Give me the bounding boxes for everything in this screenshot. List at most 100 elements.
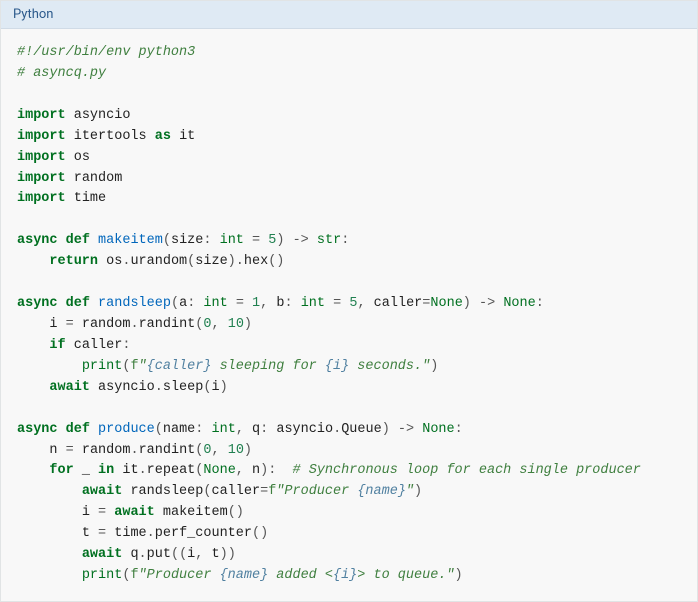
kw-async: async	[17, 233, 58, 248]
id-os: os	[106, 254, 122, 269]
fn-produce: produce	[98, 422, 155, 437]
id-it: it	[122, 463, 138, 478]
id-i: i	[49, 317, 57, 332]
param-size: size	[171, 233, 203, 248]
alias-it: it	[179, 129, 195, 144]
str-close: "	[406, 484, 414, 499]
kw-in: in	[98, 463, 114, 478]
fstring-prefix: f	[130, 359, 138, 374]
str-added: added <	[268, 568, 333, 583]
interp-name: {name}	[220, 568, 269, 583]
type-none: None	[503, 296, 535, 311]
kw-def: def	[66, 233, 90, 248]
kw-await: await	[82, 484, 123, 499]
mod-time: time	[74, 191, 106, 206]
kw-async: async	[17, 296, 58, 311]
kw-import: import	[17, 171, 66, 186]
id-time: time	[114, 526, 146, 541]
kw-import: import	[17, 191, 66, 206]
code-language-titlebar: Python	[1, 1, 697, 29]
type-str: str	[317, 233, 341, 248]
mod-random: random	[74, 171, 123, 186]
fn-print: print	[82, 568, 123, 583]
mod-os: os	[74, 150, 90, 165]
kw-for: for	[49, 463, 73, 478]
num-0: 0	[203, 443, 211, 458]
str-mid: sleeping for	[211, 359, 324, 374]
fn-randsleep: randsleep	[98, 296, 171, 311]
m-put: put	[147, 547, 171, 562]
m-repeat: repeat	[147, 463, 196, 478]
m-randint: randint	[139, 317, 196, 332]
param-a: a	[179, 296, 187, 311]
shebang-line: #!/usr/bin/env python3	[17, 45, 195, 60]
id-i: i	[82, 505, 90, 520]
num-10: 10	[228, 443, 244, 458]
num-10: 10	[228, 317, 244, 332]
inline-comment: # Synchronous loop for each single produ…	[293, 463, 641, 478]
str-end: seconds."	[349, 359, 430, 374]
type-int: int	[301, 296, 325, 311]
kw-await: await	[114, 505, 155, 520]
kw-def: def	[66, 296, 90, 311]
interp-name: {name}	[357, 484, 406, 499]
str-producer-open: "Producer	[139, 568, 220, 583]
fn-print: print	[82, 359, 123, 374]
kw-as: as	[155, 129, 171, 144]
id-random: random	[82, 317, 131, 332]
m-hex: hex	[244, 254, 268, 269]
id-i: i	[211, 380, 219, 395]
kw-def: def	[66, 422, 90, 437]
kw-import: import	[17, 129, 66, 144]
call-makeitem: makeitem	[163, 505, 228, 520]
m-randint: randint	[139, 443, 196, 458]
mod-asyncio: asyncio	[74, 108, 131, 123]
interp-caller: {caller}	[147, 359, 212, 374]
id-asyncio: asyncio	[98, 380, 155, 395]
id-t: t	[212, 547, 220, 562]
type-int: int	[203, 296, 227, 311]
interp-i: {i}	[333, 568, 357, 583]
id-q: q	[130, 547, 138, 562]
cls-queue: Queue	[341, 422, 382, 437]
kw-if: if	[49, 338, 65, 353]
kw-return: return	[49, 254, 98, 269]
fn-makeitem: makeitem	[98, 233, 163, 248]
id-t: t	[82, 526, 90, 541]
kw-import: import	[17, 108, 66, 123]
type-int: int	[220, 233, 244, 248]
code-body: #!/usr/bin/env python3 # asyncq.py impor…	[1, 29, 697, 601]
m-sleep: sleep	[163, 380, 204, 395]
code-block: Python #!/usr/bin/env python3 # asyncq.p…	[0, 0, 698, 602]
num-0: 0	[203, 317, 211, 332]
kw-await: await	[82, 547, 123, 562]
const-none: None	[430, 296, 462, 311]
fstring-prefix: f	[130, 568, 138, 583]
param-caller: caller	[374, 296, 423, 311]
const-none: None	[203, 463, 235, 478]
call-randsleep: randsleep	[130, 484, 203, 499]
id-n: n	[49, 443, 57, 458]
type-int: int	[212, 422, 236, 437]
mod-itertools: itertools	[74, 129, 147, 144]
param-name: name	[163, 422, 195, 437]
str-open: "	[139, 359, 147, 374]
type-none: None	[422, 422, 454, 437]
id-asyncio: asyncio	[276, 422, 333, 437]
kw-import: import	[17, 150, 66, 165]
id-random: random	[82, 443, 131, 458]
id-size: size	[195, 254, 227, 269]
interp-i: {i}	[325, 359, 349, 374]
str-producer-open: "Producer	[276, 484, 357, 499]
id-caller: caller	[74, 338, 123, 353]
id-n: n	[252, 463, 260, 478]
file-comment: # asyncq.py	[17, 66, 106, 81]
kwarg-caller: caller	[211, 484, 260, 499]
id-underscore: _	[82, 463, 90, 478]
kw-await: await	[49, 380, 90, 395]
kw-async: async	[17, 422, 58, 437]
m-urandom: urandom	[130, 254, 187, 269]
num-1: 1	[252, 296, 260, 311]
str-queue-end: > to queue."	[357, 568, 454, 583]
param-q: q	[252, 422, 260, 437]
